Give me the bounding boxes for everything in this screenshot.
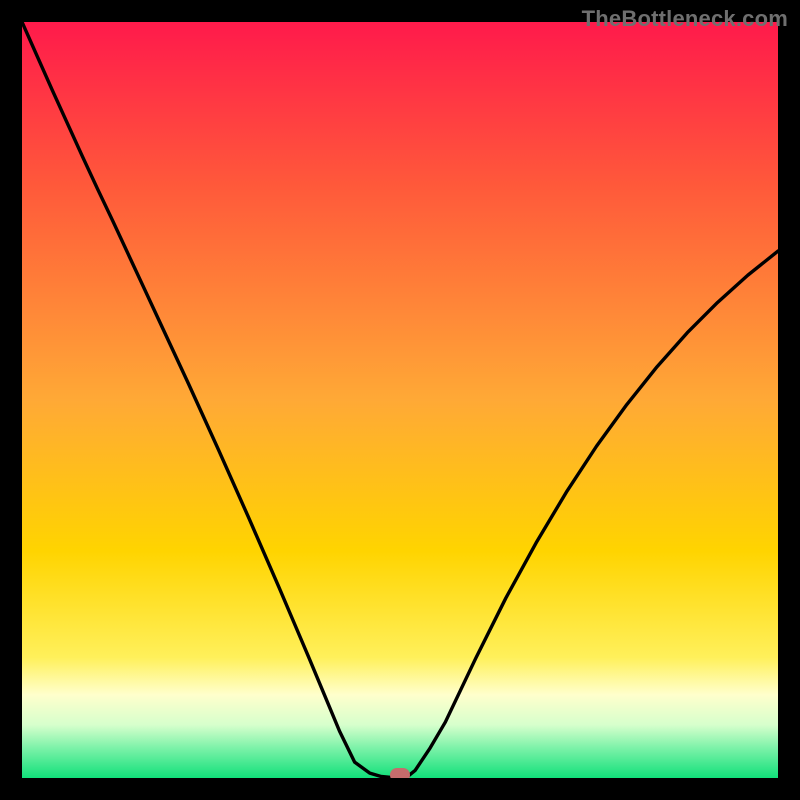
watermark: TheBottleneck.com <box>582 6 788 32</box>
optimal-point-marker <box>390 768 410 778</box>
chart-svg <box>22 22 778 778</box>
chart-canvas <box>22 22 778 778</box>
chart-background <box>22 22 778 778</box>
